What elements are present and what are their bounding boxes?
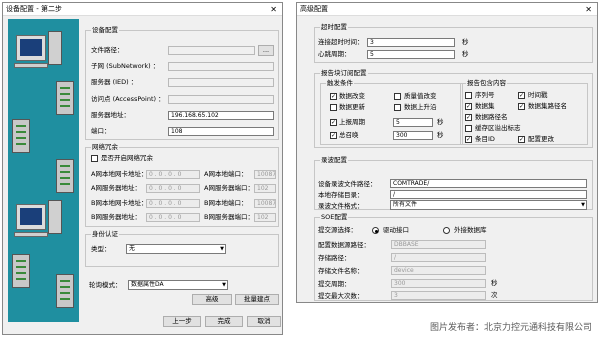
content-checkbox[interactable]: ✓: [465, 136, 472, 143]
a-local-address-input[interactable]: 0 . 0 . 0 . 0: [146, 170, 200, 179]
driver-interface-radio[interactable]: [372, 227, 379, 234]
server-rack-icon: [12, 254, 30, 288]
external-db-radio[interactable]: [443, 227, 450, 234]
max-submit-count-input[interactable]: 3: [391, 291, 486, 300]
watermark: 图片发布者：北京力控元通科技有限公司: [429, 323, 592, 333]
content-checkbox[interactable]: [465, 125, 472, 132]
window-title: 设备配置 - 第二步: [3, 3, 282, 16]
local-storage-dir-input[interactable]: /: [390, 190, 587, 199]
b-local-address-input[interactable]: 0 . 0 . 0 . 0: [146, 199, 200, 208]
server-ied-input[interactable]: [168, 78, 274, 87]
device-config-group: 设备配置 文件路径： ... 子网 (SubNetwork) ： 服务器 (IE…: [85, 26, 279, 140]
file-path-input[interactable]: [168, 46, 255, 55]
heartbeat-input[interactable]: 5: [367, 50, 455, 59]
connect-timeout-input[interactable]: 3: [367, 38, 455, 47]
storage-path-input[interactable]: /: [391, 253, 486, 262]
upload-period-input[interactable]: 5: [393, 118, 433, 127]
b-server-port-input[interactable]: 102: [254, 213, 276, 222]
batch-points-button[interactable]: 批量建点: [235, 294, 279, 305]
trigger-checkbox[interactable]: [330, 104, 337, 111]
content-checkbox[interactable]: ✓: [465, 103, 472, 110]
close-icon[interactable]: ✕: [270, 3, 277, 16]
finish-button[interactable]: 完成: [205, 316, 243, 327]
total-call-input[interactable]: 300: [393, 131, 433, 140]
check-icon: ✓: [331, 93, 337, 100]
device-config-window: 设备配置 - 第二步 ✕ 设备配置 文件路径： ... 子网 (SubNetwo…: [2, 2, 283, 335]
port-input[interactable]: 108: [168, 127, 274, 136]
content-checkbox[interactable]: ✓: [465, 114, 472, 121]
report-block-group: 报告块订阅配置 触发条件 ✓ 数据改变 质量值改变 数据更新 数据上升沿 ✓ 上…: [314, 69, 593, 148]
content-checkbox[interactable]: ✓: [518, 92, 525, 99]
trigger-checkbox[interactable]: [394, 104, 401, 111]
device-recording-path-input[interactable]: COMTRADE/: [390, 179, 587, 188]
report-content-group: 报告包含内容 序列号 ✓ 时间戳 ✓ 数据集 ✓ 数据集路径名 ✓ 数据路径名 …: [460, 79, 588, 145]
storage-file-name-input[interactable]: device: [391, 266, 486, 275]
content-checkbox[interactable]: [465, 92, 472, 99]
check-icon: ✓: [519, 136, 525, 143]
advanced-button[interactable]: 高级: [192, 294, 232, 305]
recording-group: 录波配置 设备录波文件路径： COMTRADE/ 本地存储目录： / 录波文件格…: [314, 156, 593, 210]
access-point-input[interactable]: [168, 95, 274, 104]
content-checkbox[interactable]: ✓: [518, 103, 525, 110]
total-call-checkbox[interactable]: ✓: [330, 132, 337, 139]
a-local-port-input[interactable]: 10087: [254, 170, 276, 179]
browse-button[interactable]: ...: [258, 45, 274, 56]
server-rack-icon: [56, 274, 74, 308]
trigger-checkbox[interactable]: ✓: [330, 93, 337, 100]
server-rack-icon: [56, 159, 74, 193]
network-redundancy-group: 网络冗余 是否开启网络冗余 A网本地网卡地址： 0 . 0 . 0 . 0 A网…: [85, 143, 279, 227]
check-icon: ✓: [519, 92, 525, 99]
polling-mode-select[interactable]: 数据属性DA ▼: [128, 280, 228, 290]
check-icon: ✓: [519, 103, 525, 110]
trigger-conditions-group: 触发条件 ✓ 数据改变 质量值改变 数据更新 数据上升沿 ✓ 上报周期 5 秒 …: [320, 79, 463, 145]
db-source-path-input[interactable]: DBBASE: [391, 240, 486, 249]
advanced-config-window: 高级配置 ✕ 超时配置 连接超时时间： 3 秒 心跳周期： 5 秒 报告块订阅配…: [296, 2, 598, 303]
chevron-down-icon: ▼: [222, 282, 226, 288]
check-icon: ✓: [331, 132, 337, 139]
server-rack-icon: [12, 119, 30, 153]
check-icon: ✓: [466, 103, 472, 110]
timeout-group: 超时配置 连接超时时间： 3 秒 心跳周期： 5 秒: [314, 23, 593, 63]
network-illustration: [8, 19, 79, 322]
upload-period-checkbox[interactable]: ✓: [330, 119, 337, 126]
server-address-input[interactable]: 196.168.65.102: [168, 111, 274, 120]
enable-redundancy-checkbox[interactable]: [91, 155, 98, 162]
a-server-address-input[interactable]: 0 . 0 . 0 . 0: [146, 184, 200, 193]
check-icon: ✓: [466, 136, 472, 143]
check-icon: ✓: [331, 119, 337, 126]
content-checkbox[interactable]: ✓: [518, 136, 525, 143]
recording-file-format-select[interactable]: 所有文件 ▼: [390, 200, 587, 210]
submit-period-input[interactable]: 300: [391, 279, 486, 288]
soe-group: SOE配置 提交源选择： 驱动接口 外接数据库 配置数据源路径： DBBASE …: [314, 213, 593, 301]
check-icon: ✓: [466, 114, 472, 121]
b-local-port-input[interactable]: 10087: [254, 199, 276, 208]
prev-button[interactable]: 上一步: [163, 316, 201, 327]
chevron-down-icon: ▼: [581, 202, 585, 208]
subnet-input[interactable]: [168, 62, 274, 71]
close-icon[interactable]: ✕: [585, 3, 592, 16]
a-server-port-input[interactable]: 102: [254, 184, 276, 193]
server-rack-icon: [56, 81, 74, 115]
authentication-group: 身份认证 类型： 无 ▼: [85, 230, 279, 267]
trigger-checkbox[interactable]: [394, 93, 401, 100]
auth-type-select[interactable]: 无 ▼: [126, 244, 226, 254]
b-server-address-input[interactable]: 0 . 0 . 0 . 0: [146, 213, 200, 222]
cancel-button[interactable]: 取消: [247, 316, 281, 327]
chevron-down-icon: ▼: [220, 246, 224, 252]
window-title: 高级配置: [297, 3, 597, 16]
